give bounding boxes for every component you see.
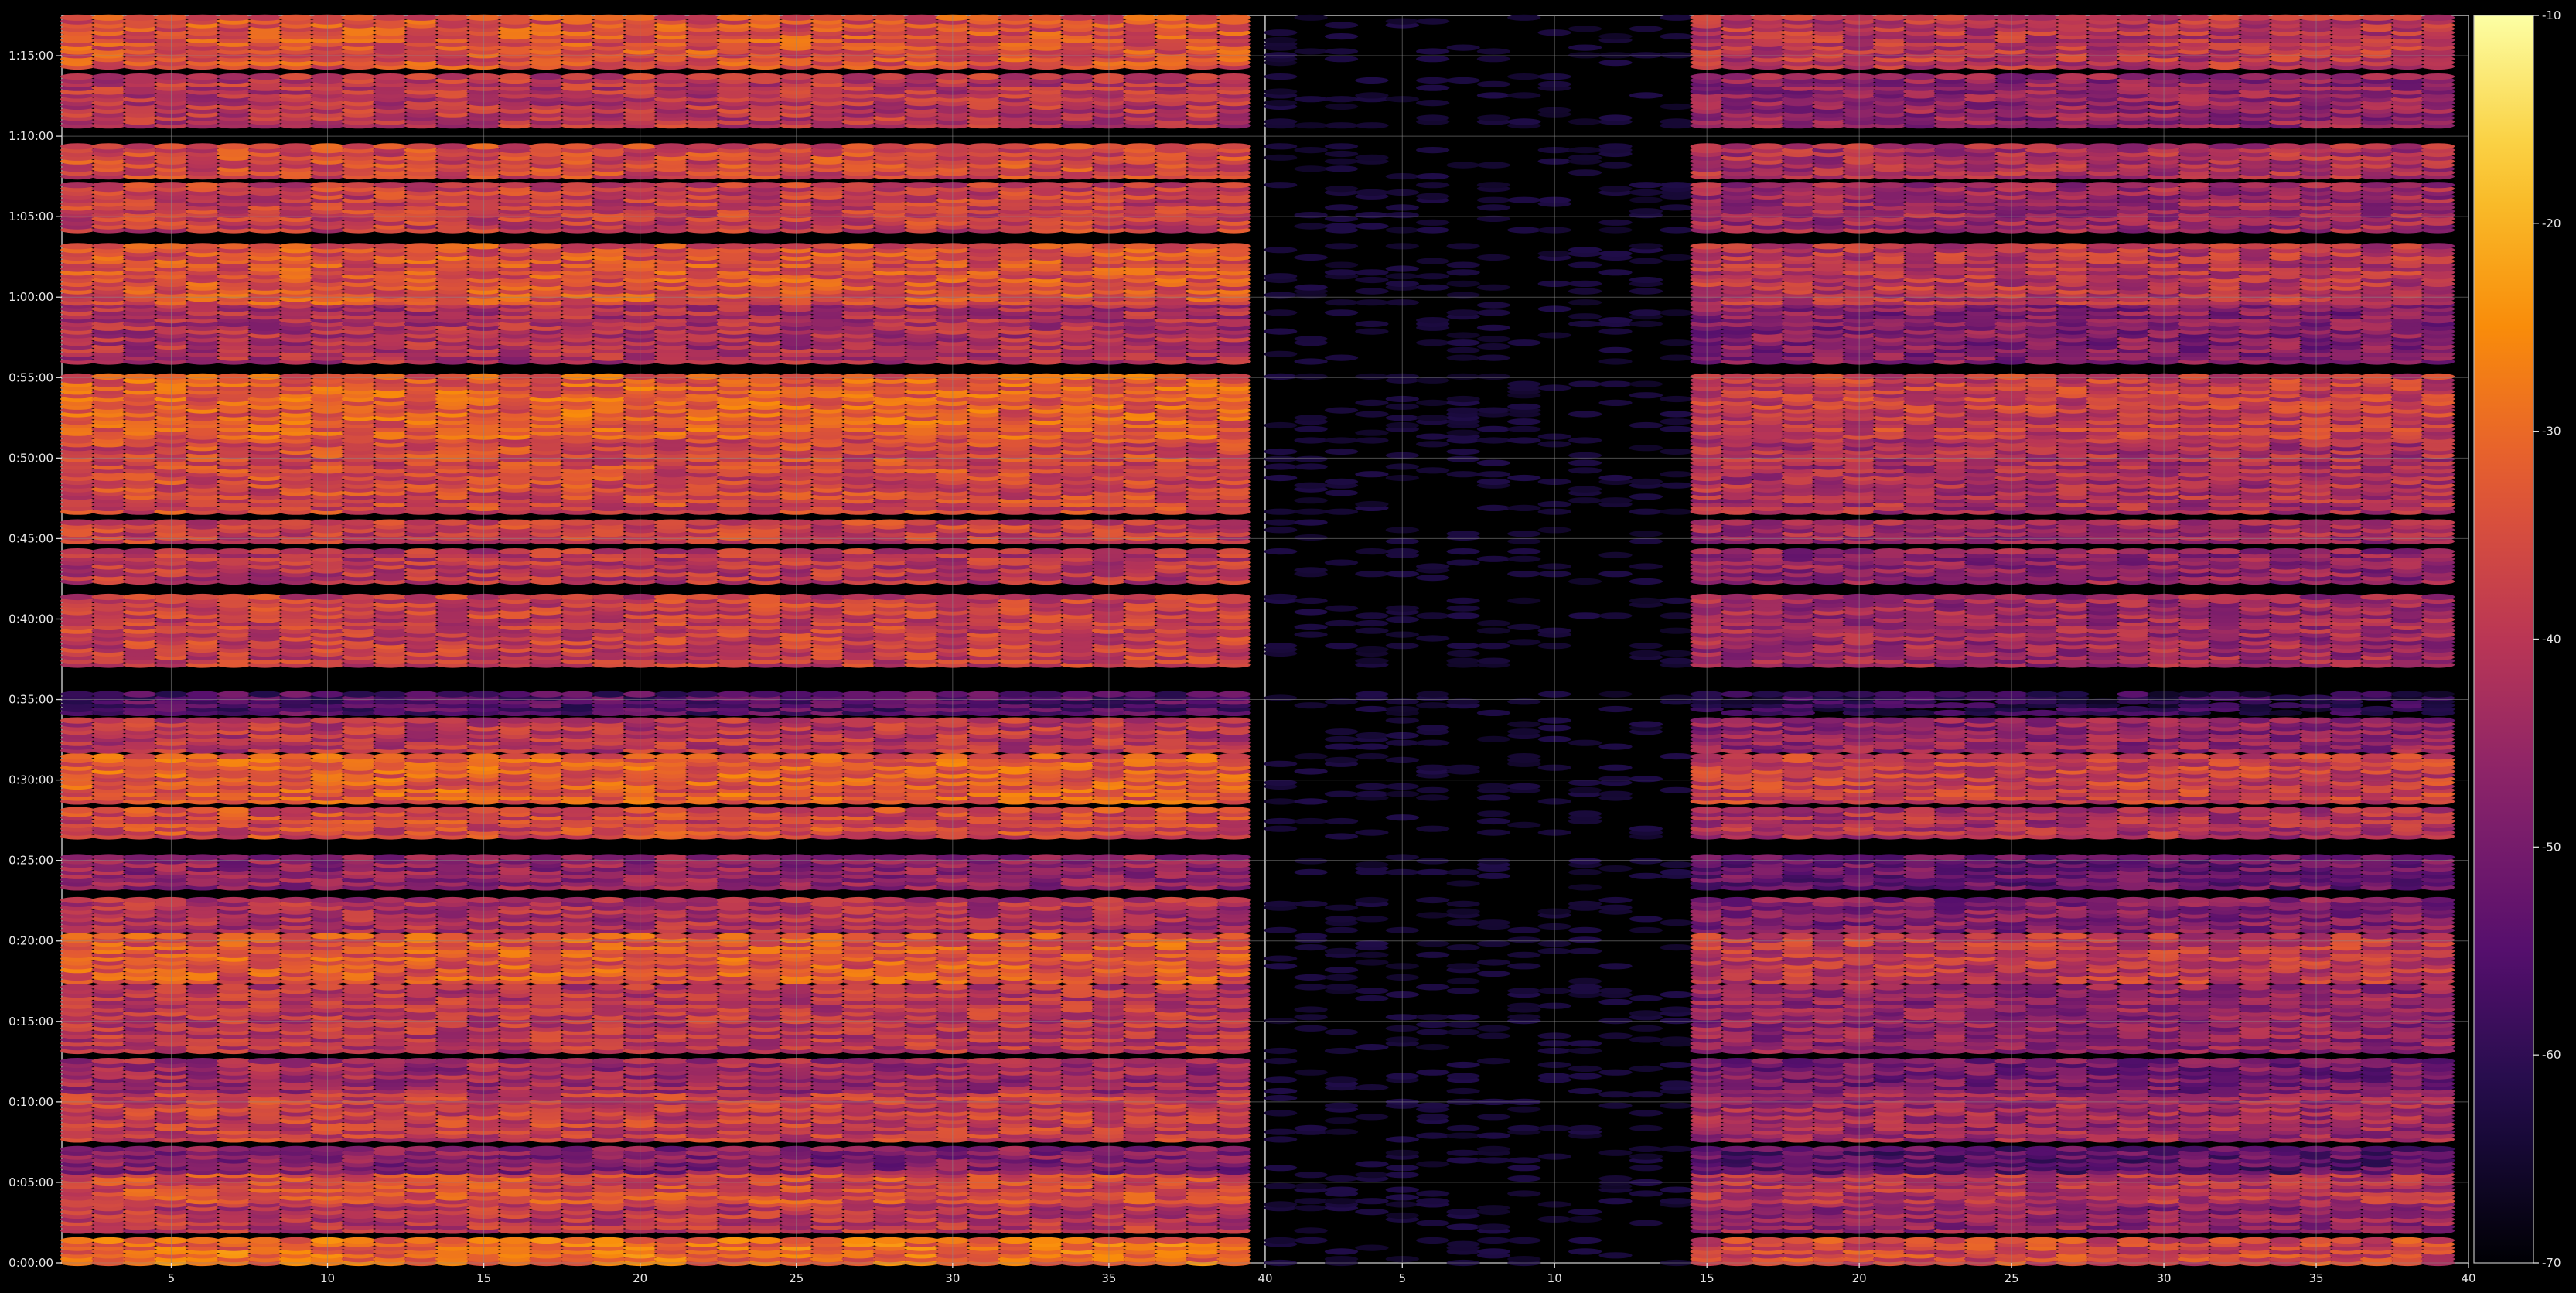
heatmap-cell [373,1237,407,1244]
heatmap-cell [592,1237,626,1244]
heatmap-cell [529,1146,563,1152]
heatmap-cell [685,1237,719,1244]
heatmap-cell [342,1237,376,1244]
heatmap-cell [91,1237,125,1244]
heatmap-cell [967,1146,1001,1152]
heatmap-cell [279,1146,313,1152]
heatmap-cell [279,1237,313,1244]
heatmap-cell [1155,1146,1189,1152]
heatmap-cell [1123,1237,1157,1244]
heatmap-cell [841,1237,875,1244]
heatmap-cell [248,1237,282,1244]
heatmap-cell [217,1237,251,1244]
heatmap-cell [1029,1237,1063,1244]
heatmap-cell [998,1237,1032,1244]
heatmap-cell [248,1146,282,1152]
heatmap-cell [654,1237,688,1244]
heatmap-cell [904,1237,938,1244]
heatmap-cell [904,1146,938,1152]
heatmap-cell [186,1237,220,1244]
heatmap-cell [1029,1146,1063,1152]
heatmap-cell [1216,1237,1250,1244]
heatmap-cell [1060,1146,1094,1152]
heatmap-cell [498,1237,532,1244]
heatmap-cell [873,1146,907,1152]
heatmap-cell [810,1146,844,1152]
heatmap-cell [217,1146,251,1152]
heatmap-cell [967,1237,1001,1244]
heatmap-chart: 5 10 15 20 25 30 35 400:00:000:05:000:10:000:15… [0,0,2576,1293]
heatmap-cell [123,1237,157,1244]
heatmap-cell [373,1146,407,1152]
heatmap-cell [1060,1237,1094,1244]
heatmap-cell [561,1146,595,1152]
heatmap-cell [592,1146,626,1152]
heatmap-cell [1186,1237,1220,1244]
heatmap-cell [810,1237,844,1244]
heatmap-cell [60,1237,94,1244]
heatmap-cell [91,1146,125,1152]
heatmap-cell [404,1146,438,1152]
heatmap-panels: 5 10 15 20 25 30 35 400:00:000:05:000:10:000:15… [9,15,2475,1285]
heatmap-cell [435,1237,469,1244]
heatmap-cell [435,1146,469,1152]
heatmap-cell [60,1146,94,1152]
heatmap-cell [498,1146,532,1152]
panel-left: 5 10 15 20 25 30 35 400:00:000:05:000:10:000:15… [9,15,1272,1285]
heatmap-cell [998,1146,1032,1152]
heatmap-cell [404,1237,438,1244]
heatmap-cell [841,1146,875,1152]
heatmap-cell [748,1146,782,1152]
heatmap-cell [529,1237,563,1244]
heatmap-cell [685,1146,719,1152]
heatmap-cell [717,1237,751,1244]
heatmap-cell [1123,1146,1157,1152]
heatmap-cell [123,1146,157,1152]
heatmap-cell [1155,1237,1189,1244]
heatmap-cell [1216,1146,1250,1152]
heatmap-cell [186,1146,220,1152]
heatmap-cell [561,1237,595,1244]
heatmap-cell [717,1146,751,1152]
heatmap-cell [873,1237,907,1244]
heatmap-cell [1186,1146,1220,1152]
heatmap-cell [748,1237,782,1244]
heatmap-cell [342,1146,376,1152]
heatmap-cell [654,1146,688,1152]
